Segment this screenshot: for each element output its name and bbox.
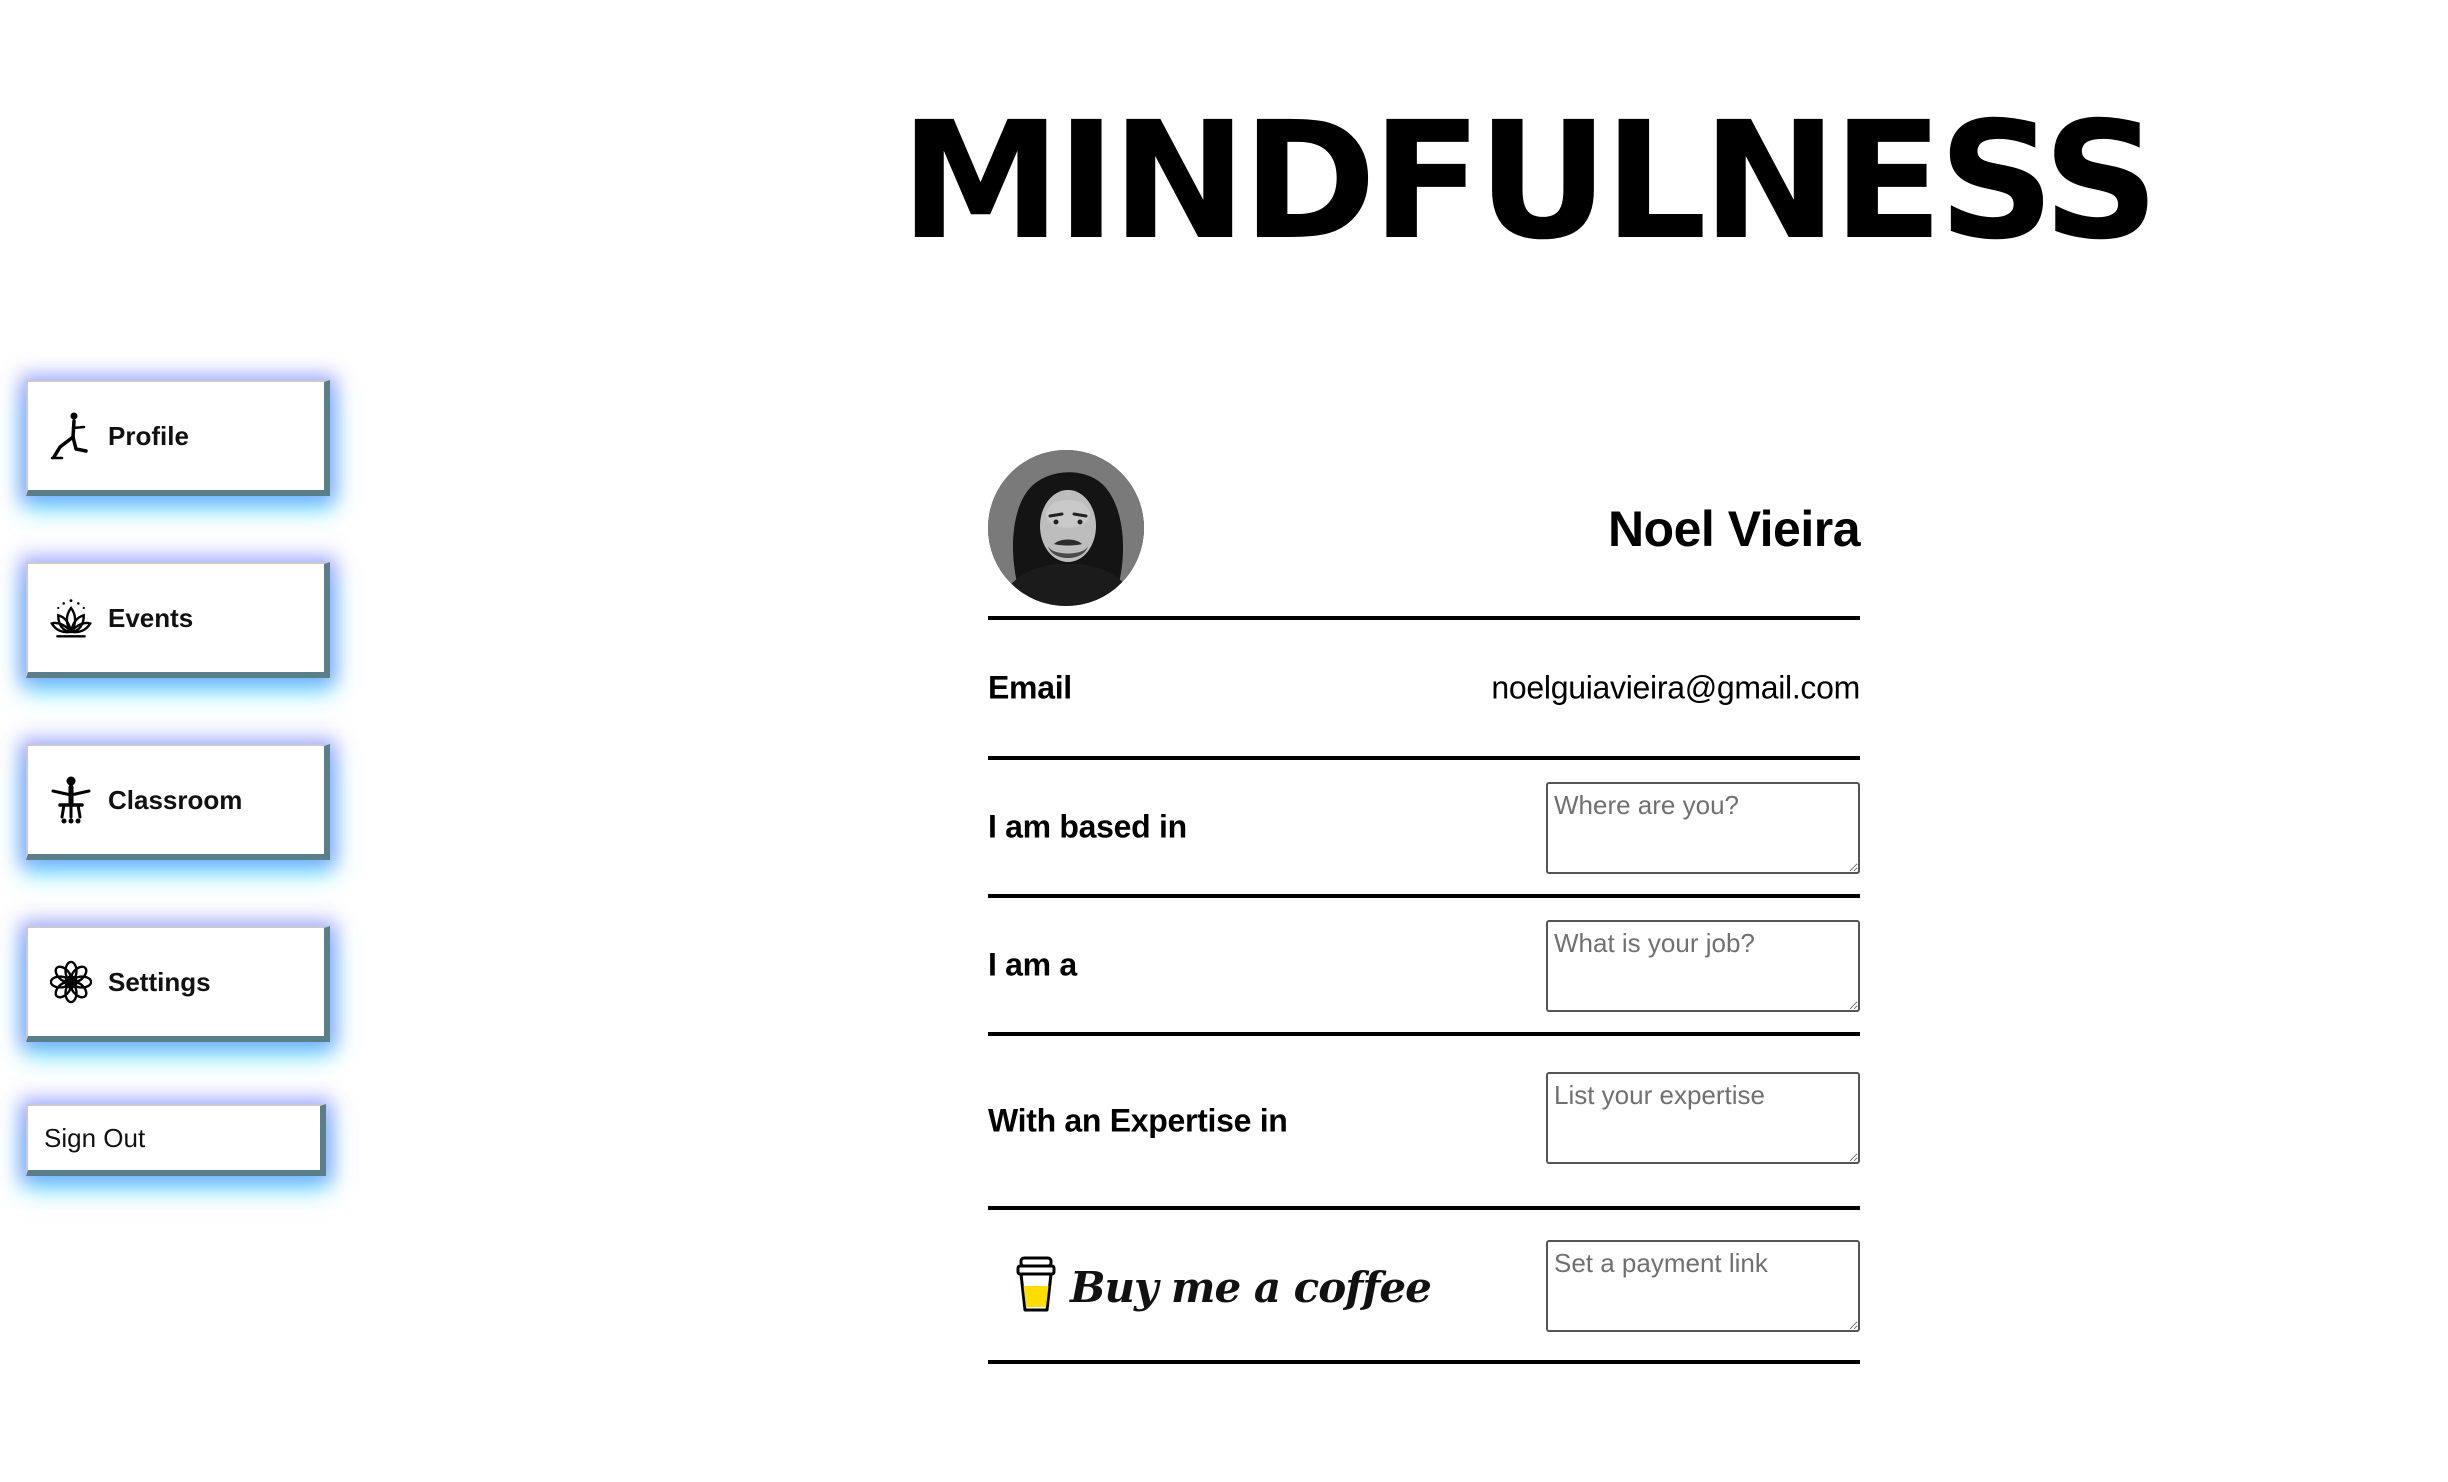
job-row: I am a xyxy=(988,898,1860,1036)
expertise-label: With an Expertise in xyxy=(988,1102,1288,1139)
buy-me-a-coffee-logo: Buy me a coffee xyxy=(1016,1256,1432,1319)
location-field[interactable] xyxy=(1546,782,1860,874)
flower-gear-icon xyxy=(50,957,92,1007)
sidebar-item-label: Settings xyxy=(108,966,211,997)
lotus-icon xyxy=(50,593,92,643)
email-row: Email noelguiavieira@gmail.com xyxy=(988,620,1860,760)
job-field[interactable] xyxy=(1546,920,1860,1012)
sign-out-button[interactable]: Sign Out xyxy=(26,1104,326,1176)
payment-link-field[interactable] xyxy=(1546,1240,1860,1332)
expertise-field[interactable] xyxy=(1546,1072,1860,1164)
profile-card: Noel Vieira Email noelguiavieira@gmail.c… xyxy=(988,450,1861,1364)
profile-header: Noel Vieira xyxy=(988,450,1861,620)
email-label: Email xyxy=(988,669,1072,706)
location-row: I am based in xyxy=(988,760,1860,898)
payment-row: Buy me a coffee xyxy=(988,1210,1860,1364)
yoga-pose-icon xyxy=(50,411,92,461)
sidebar-item-label: Profile xyxy=(108,420,189,451)
expertise-row: With an Expertise in xyxy=(988,1036,1860,1210)
sidebar-item-events[interactable]: Events xyxy=(26,562,330,678)
sidebar-item-classroom[interactable]: Classroom xyxy=(26,744,330,860)
app-title: MINDFULNESS xyxy=(900,88,2159,276)
sidebar-item-label: Classroom xyxy=(108,784,243,815)
location-label: I am based in xyxy=(988,808,1187,845)
profile-name: Noel Vieira xyxy=(1607,501,1861,557)
avatar xyxy=(988,450,1144,606)
email-value: noelguiavieira@gmail.com xyxy=(1491,669,1860,706)
job-label: I am a xyxy=(988,946,1077,983)
sidebar-item-profile[interactable]: Profile xyxy=(26,380,330,496)
buy-me-a-coffee-text: Buy me a coffee xyxy=(1070,1263,1432,1312)
coffee-cup-icon xyxy=(1016,1256,1056,1319)
sidebar-item-settings[interactable]: Settings xyxy=(26,926,330,1042)
sidebar-item-label: Events xyxy=(108,602,194,633)
meditation-teacher-icon xyxy=(50,775,92,825)
